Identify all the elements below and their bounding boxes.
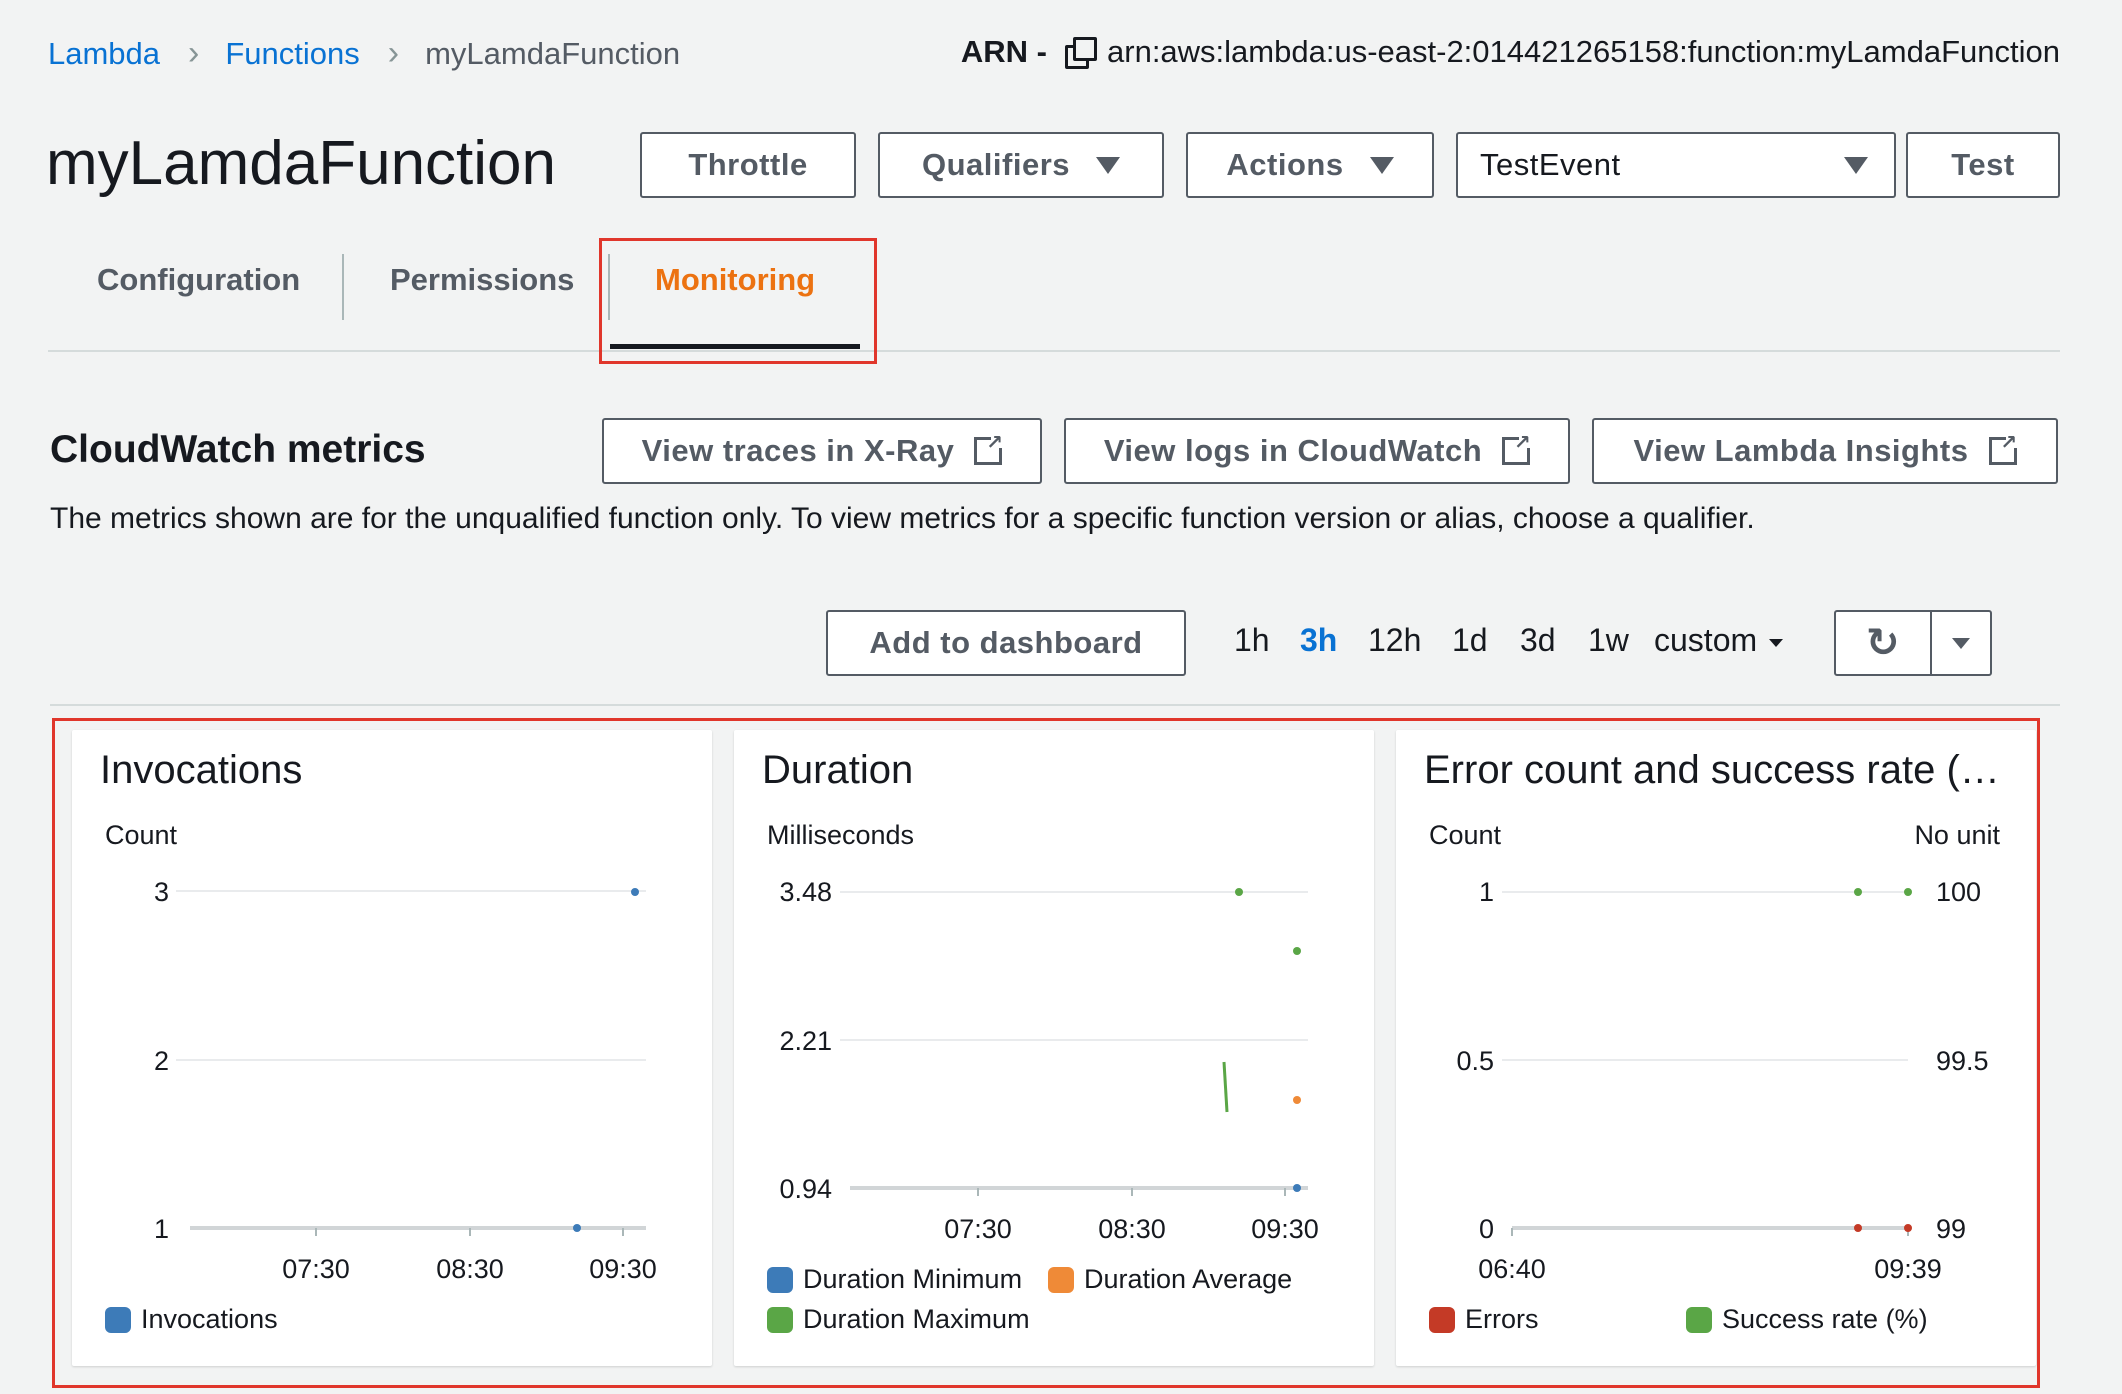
arn-row: ARN - arn:aws:lambda:us-east-2:014421265… (961, 34, 2060, 70)
range-1d[interactable]: 1d (1452, 622, 1488, 659)
test-event-select[interactable]: TestEvent (1456, 132, 1896, 198)
page-title: myLamdaFunction (46, 129, 557, 198)
range-custom[interactable]: custom (1654, 622, 1784, 659)
cloudwatch-title: CloudWatch metrics (50, 428, 426, 471)
arn-label: ARN - (960, 34, 1048, 69)
external-link-icon: ↗ (974, 433, 1006, 465)
range-1w[interactable]: 1w (1588, 622, 1629, 659)
section-divider (50, 704, 2060, 706)
qualifiers-button[interactable]: Qualifiers (878, 132, 1164, 198)
view-insights-button[interactable]: View Lambda Insights ↗ (1592, 418, 2058, 484)
breadcrumb-lambda[interactable]: Lambda (48, 36, 160, 72)
range-3d[interactable]: 3d (1520, 622, 1556, 659)
range-3h[interactable]: 3h (1300, 622, 1337, 659)
tabs-underline (48, 350, 2060, 352)
add-to-dashboard-button[interactable]: Add to dashboard (826, 610, 1186, 676)
copy-icon[interactable] (1065, 37, 1098, 69)
caret-down-icon (1769, 638, 1784, 647)
refresh-button[interactable]: ↻ (1834, 610, 1932, 676)
external-link-icon: ↗ (1988, 433, 2020, 465)
range-12h[interactable]: 12h (1368, 622, 1421, 659)
caret-down-icon (1952, 637, 1970, 649)
chevron-right-icon: › (387, 34, 400, 72)
test-button[interactable]: Test (1906, 132, 2060, 198)
tab-configuration[interactable]: Configuration (97, 262, 300, 298)
chevron-right-icon: › (188, 34, 200, 72)
tab-permissions[interactable]: Permissions (390, 262, 574, 298)
arn-value: arn:aws:lambda:us-east-2:014421265158:fu… (1107, 34, 2060, 69)
view-xray-button[interactable]: View traces in X-Ray ↗ (602, 418, 1042, 484)
breadcrumb-functions[interactable]: Functions (225, 36, 359, 72)
cloudwatch-description: The metrics shown are for the unqualifie… (50, 502, 1755, 535)
caret-down-icon (1844, 156, 1868, 174)
range-1h[interactable]: 1h (1234, 622, 1270, 659)
refresh-options-button[interactable] (1930, 610, 1992, 676)
throttle-button[interactable]: Throttle (640, 132, 856, 198)
caret-down-icon (1369, 156, 1394, 174)
breadcrumb: Lambda › Functions › myLamdaFunction (48, 34, 680, 73)
refresh-icon: ↻ (1865, 621, 1900, 665)
external-link-icon: ↗ (1502, 433, 1534, 465)
breadcrumb-current: myLamdaFunction (425, 35, 681, 71)
caret-down-icon (1096, 156, 1120, 174)
view-logs-button[interactable]: View logs in CloudWatch ↗ (1064, 418, 1570, 484)
tab-divider (342, 254, 344, 320)
charts-highlight-box (52, 718, 2040, 1388)
actions-button[interactable]: Actions (1186, 132, 1434, 198)
monitoring-highlight-box (599, 238, 877, 364)
